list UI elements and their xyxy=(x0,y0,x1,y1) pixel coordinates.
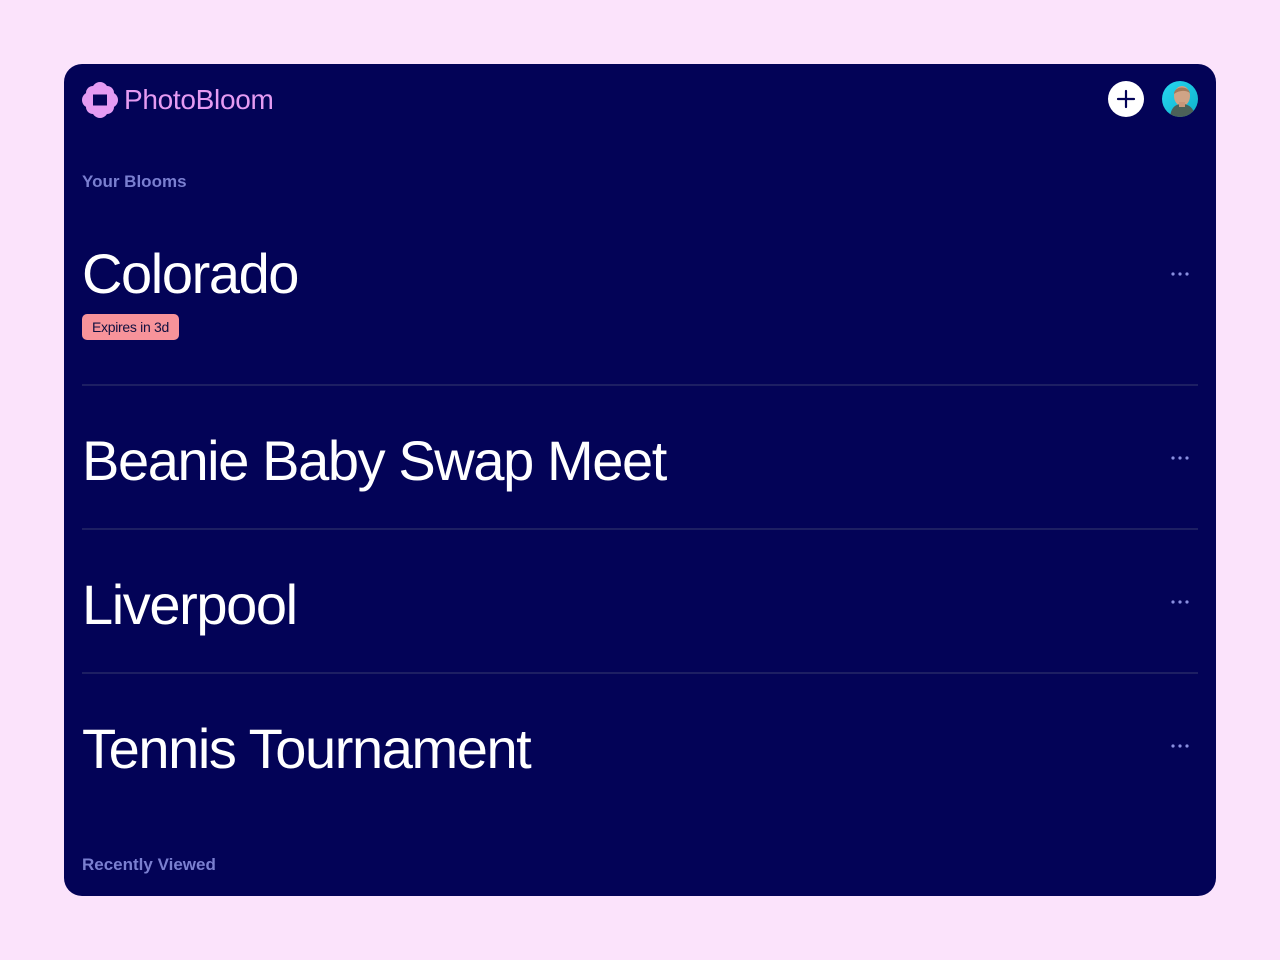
more-horizontal-icon xyxy=(1171,456,1189,460)
section-title-recently-viewed: Recently Viewed xyxy=(82,855,216,874)
bloom-row[interactable]: Colorado Expires in 3d xyxy=(82,214,1198,386)
brand[interactable]: PhotoBloom xyxy=(82,80,274,120)
flower-logo-icon xyxy=(82,82,118,118)
bloom-title: Tennis Tournament xyxy=(82,717,532,780)
more-horizontal-icon xyxy=(1171,272,1189,276)
blooms-list: Colorado Expires in 3d Beanie Baby Swap … xyxy=(82,214,1198,816)
bloom-title: Liverpool xyxy=(82,573,298,636)
section-title-your-blooms: Your Blooms xyxy=(82,172,187,191)
expiry-badge: Expires in 3d xyxy=(82,314,180,340)
bloom-more-button[interactable] xyxy=(1168,262,1192,286)
avatar[interactable] xyxy=(1162,81,1198,117)
bloom-row[interactable]: Liverpool xyxy=(82,530,1198,674)
bloom-row[interactable]: Tennis Tournament xyxy=(82,674,1198,816)
bloom-more-button[interactable] xyxy=(1168,446,1192,470)
brand-name: PhotoBloom xyxy=(124,84,274,115)
top-bar: PhotoBloom xyxy=(82,80,1198,120)
app-window: PhotoBloom Your Blooms Colorado Expires … xyxy=(64,64,1216,896)
bloom-more-button[interactable] xyxy=(1168,590,1192,614)
plus-icon xyxy=(1116,89,1136,109)
bloom-title: Colorado xyxy=(82,242,299,305)
add-bloom-button[interactable] xyxy=(1108,81,1144,117)
user-avatar-icon xyxy=(1162,81,1198,117)
bloom-title: Beanie Baby Swap Meet xyxy=(82,429,667,492)
more-horizontal-icon xyxy=(1171,600,1189,604)
bloom-more-button[interactable] xyxy=(1168,734,1192,758)
bloom-row[interactable]: Beanie Baby Swap Meet xyxy=(82,386,1198,530)
more-horizontal-icon xyxy=(1171,744,1189,748)
